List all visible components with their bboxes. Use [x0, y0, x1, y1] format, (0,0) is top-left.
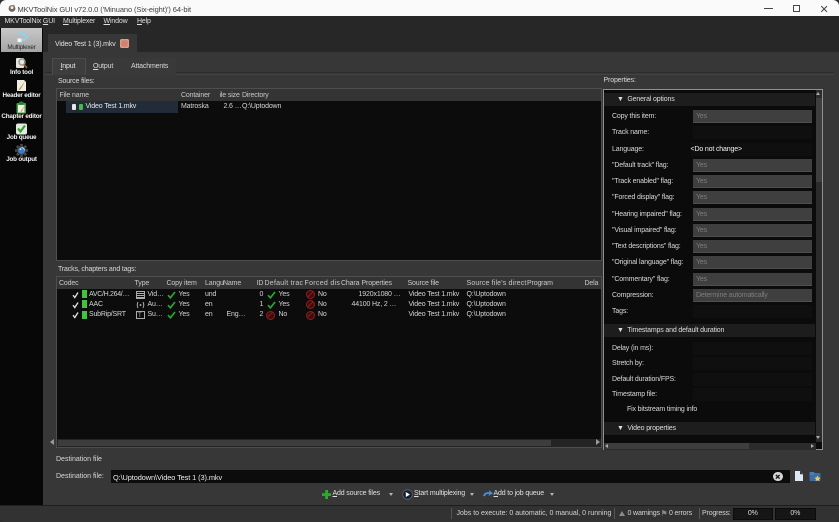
svg-text:T: T — [138, 313, 142, 319]
